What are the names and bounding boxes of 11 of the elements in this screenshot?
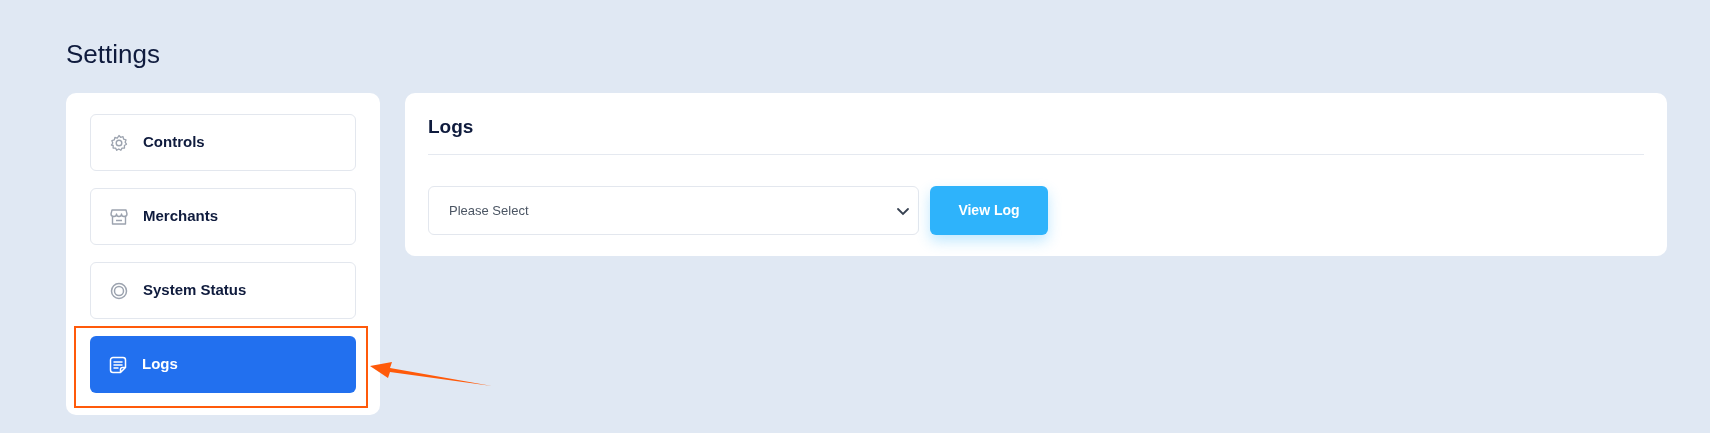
page-title: Settings — [66, 38, 160, 70]
ring-icon — [109, 280, 129, 301]
sidebar-item[interactable]: Controls — [90, 114, 356, 171]
log-select[interactable]: Please Select — [428, 186, 919, 235]
settings-icon — [109, 132, 129, 153]
document-icon — [108, 354, 128, 375]
sidebar-item[interactable]: Logs — [90, 336, 356, 393]
panel-title: Logs — [428, 115, 474, 139]
store-icon — [109, 206, 129, 227]
sidebar-item[interactable]: Merchants — [90, 188, 356, 245]
sidebar-item[interactable]: System Status — [90, 262, 356, 319]
